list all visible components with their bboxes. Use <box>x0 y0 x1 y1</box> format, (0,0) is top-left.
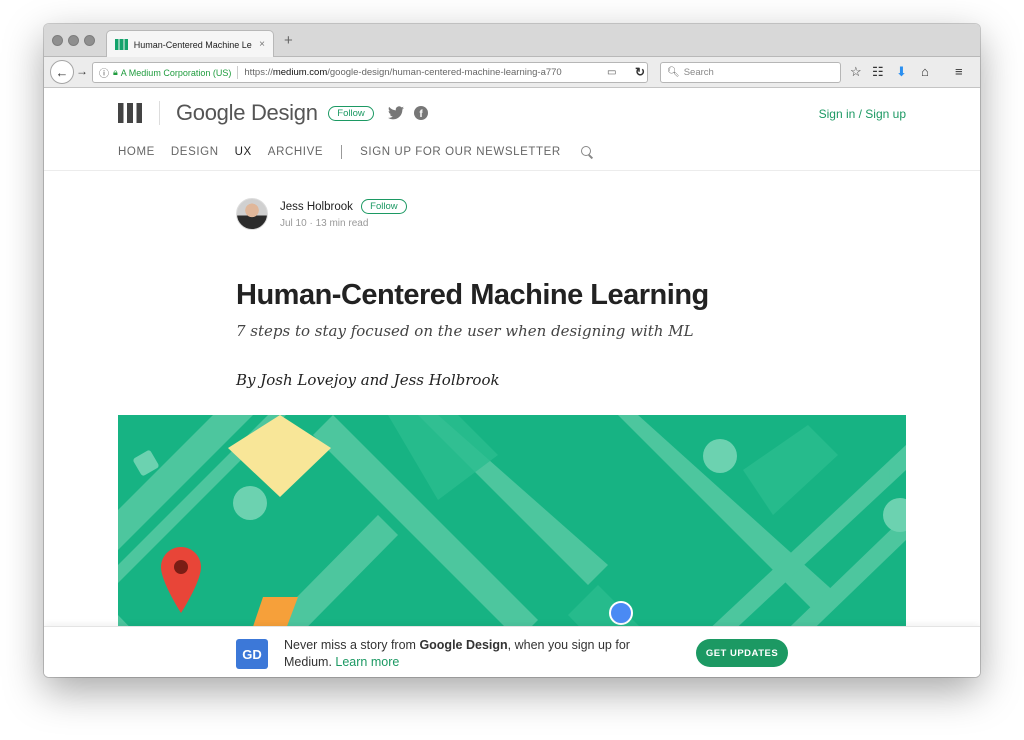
lock-icon: 🔒︎ <box>113 67 118 77</box>
signup-banner: GD Never miss a story from Google Design… <box>44 626 980 677</box>
medium-favicon-icon <box>115 39 128 50</box>
article-title: Human-Centered Machine Learning <box>236 279 709 311</box>
reload-icon[interactable]: ↻ <box>635 65 645 79</box>
nav-item-ux[interactable]: UX <box>235 146 252 158</box>
download-icon[interactable]: ⬇ <box>896 64 907 80</box>
nav-item-newsletter[interactable]: SIGN UP FOR OUR NEWSLETTER <box>360 146 561 158</box>
search-placeholder: Search <box>683 67 714 78</box>
back-arrow-icon[interactable]: ← <box>50 60 74 84</box>
article-byline: By Josh Lovejoy and Jess Holbrook <box>236 371 500 389</box>
nav-divider <box>341 145 343 159</box>
nav-item-archive[interactable]: ARCHIVE <box>268 146 323 158</box>
browser-tab[interactable]: Human-Centered Machine Le × <box>106 30 274 58</box>
home-icon[interactable]: ⌂ <box>921 64 929 79</box>
url-domain: medium.com <box>272 67 328 78</box>
search-icon: 🔍︎ <box>667 67 680 78</box>
web-page: Google Design Follow f Sign in / Sign up… <box>44 89 980 677</box>
read-time: 13 min read <box>315 218 369 229</box>
publish-date: Jul 10 <box>280 218 307 229</box>
url-path: /google-design/human-centered-machine-le… <box>327 67 562 78</box>
menu-icon[interactable]: ≡ <box>955 64 963 79</box>
article-subtitle: 7 steps to stay focused on the user when… <box>236 322 694 340</box>
sign-in-link[interactable]: Sign in / Sign up <box>819 107 906 121</box>
publication-name[interactable]: Google Design <box>176 100 318 126</box>
tab-strip: Human-Centered Machine Le × + <box>44 24 980 58</box>
library-icon[interactable]: ☷ <box>872 64 884 80</box>
banner-message: Never miss a story from Google Design, w… <box>284 637 674 671</box>
author-block: Jess Holbrook Follow Jul 10 · 13 min rea… <box>236 198 407 230</box>
author-info: Jess Holbrook Follow Jul 10 · 13 min rea… <box>280 199 407 229</box>
reader-view-icon[interactable]: ▭ <box>607 67 616 78</box>
learn-more-link[interactable]: Learn more <box>335 655 399 669</box>
follow-author-button[interactable]: Follow <box>360 199 407 214</box>
forward-arrow-icon[interactable]: → <box>76 64 88 78</box>
search-input[interactable]: 🔍︎ Search <box>660 62 841 83</box>
url-bar[interactable]: ⓘ 🔒︎ A Medium Corporation (US) https://m… <box>92 62 648 83</box>
logo-divider <box>159 101 160 125</box>
url-prefix: https:// <box>244 67 273 78</box>
url-divider <box>237 66 239 79</box>
tab-title: Human-Centered Machine Le <box>133 39 252 50</box>
browser-window: Human-Centered Machine Le × + ← → ⓘ 🔒︎ A… <box>44 24 980 677</box>
avatar[interactable] <box>236 198 268 230</box>
twitter-icon[interactable] <box>388 106 404 120</box>
author-name[interactable]: Jess Holbrook <box>280 201 353 213</box>
banner-text-start: Never miss a story from <box>284 638 420 652</box>
url-text[interactable]: https://medium.com/google-design/human-c… <box>244 67 574 78</box>
publication-nav: HOME DESIGN UX ARCHIVE SIGN UP FOR OUR N… <box>118 145 593 159</box>
info-icon[interactable]: ⓘ <box>99 65 109 80</box>
certificate-org: A Medium Corporation (US) <box>120 67 232 78</box>
get-updates-button[interactable]: GET UPDATES <box>696 639 788 667</box>
nav-item-home[interactable]: HOME <box>118 146 155 158</box>
bookmark-star-icon[interactable]: ☆ <box>850 64 862 80</box>
search-icon[interactable] <box>580 146 593 158</box>
new-tab-button[interactable]: + <box>284 32 293 49</box>
banner-text-bold: Google Design <box>419 638 508 652</box>
facebook-icon[interactable]: f <box>414 106 428 120</box>
follow-publication-button[interactable]: Follow <box>328 106 374 121</box>
article-meta: Jul 10 · 13 min read <box>280 218 407 229</box>
nav-item-design[interactable]: DESIGN <box>171 146 219 158</box>
publication-header: Google Design Follow f Sign in / Sign up… <box>44 89 980 171</box>
tab-close-icon[interactable]: × <box>259 39 265 50</box>
navigation-toolbar: ← → ⓘ 🔒︎ A Medium Corporation (US) https… <box>44 57 980 88</box>
google-design-badge: GD <box>236 639 268 669</box>
medium-logo-icon[interactable] <box>118 103 142 123</box>
minimize-window-button[interactable] <box>68 35 79 46</box>
zoom-window-button[interactable] <box>84 35 95 46</box>
close-window-button[interactable] <box>52 35 63 46</box>
